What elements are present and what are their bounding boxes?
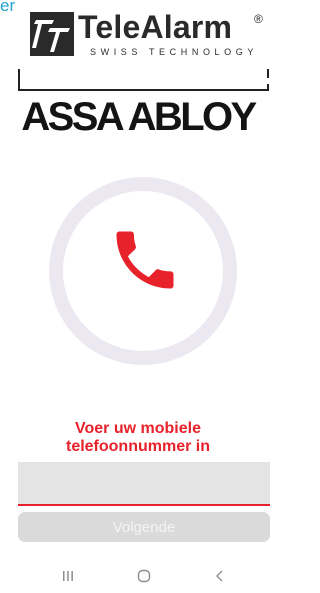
phone-handset-icon[interactable] <box>107 222 183 298</box>
bracket-gap <box>265 78 269 84</box>
back-icon[interactable] <box>200 564 240 588</box>
phone-number-input[interactable] <box>18 462 270 506</box>
telealarm-logo: TeleAlarm ® SWISS TECHNOLOGY <box>30 10 270 62</box>
partner-logo: ASSA ABLOY <box>21 95 257 139</box>
brand-tagline: SWISS TECHNOLOGY <box>90 47 258 57</box>
recent-apps-icon[interactable] <box>48 564 88 588</box>
registered-mark: ® <box>254 12 263 26</box>
prompt-line-1: Voer uw mobiele <box>75 420 201 437</box>
phone-prompt: Voer uw mobiele telefoonnummer in <box>0 420 276 456</box>
prompt-line-2: telefoonnummer in <box>65 438 210 455</box>
top-link-fragment[interactable]: er <box>0 0 15 16</box>
brand-name: TeleAlarm <box>78 9 233 45</box>
android-nav-bar <box>0 560 276 593</box>
next-button[interactable]: Volgende <box>18 512 270 542</box>
telealarm-mark-icon <box>30 12 74 56</box>
logo-divider-bracket <box>18 69 269 91</box>
home-icon[interactable] <box>124 564 164 588</box>
